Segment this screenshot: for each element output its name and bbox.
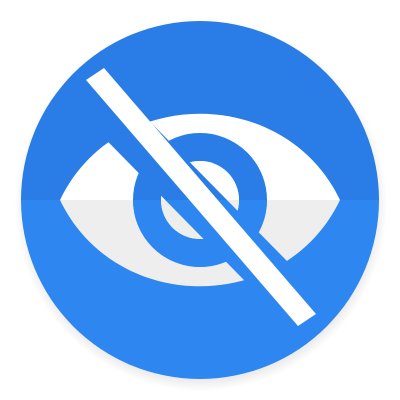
app-icon [0, 0, 400, 400]
eye-off-icon [15, 19, 387, 391]
